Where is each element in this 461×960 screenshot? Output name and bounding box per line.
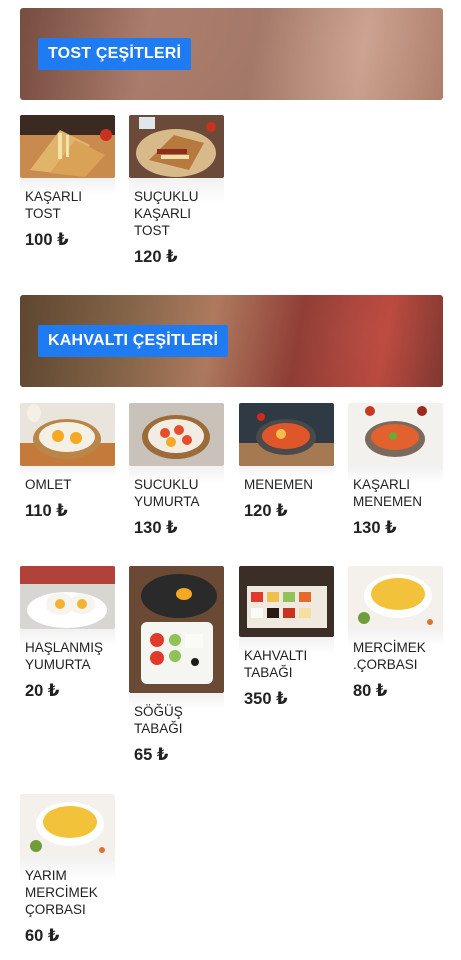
item-price: 120 ₺ (134, 248, 178, 266)
item-price: 60 ₺ (25, 927, 60, 945)
boiled-egg-photo (20, 566, 115, 629)
menu-item-sucuklu-yumurta[interactable]: SUCUKLU YUMURTA 130 ₺ (129, 403, 224, 538)
item-name: KAŞARLI MENEMEN (348, 466, 443, 510)
item-price: 65 ₺ (134, 746, 169, 764)
item-price: 100 ₺ (25, 231, 69, 249)
menu-item-kasarli-tost[interactable]: KAŞARLI TOST 100 ₺ (20, 115, 115, 250)
item-name: KAHVALTI TABAĞI (239, 637, 334, 681)
item-price: 80 ₺ (353, 682, 388, 700)
kasarli-menemen-photo (348, 403, 443, 466)
item-name: YARIM MERCİMEK ÇORBASI (20, 857, 115, 918)
menu-item-menemen[interactable]: MENEMEN 120 ₺ (239, 403, 334, 521)
menu-item-haslanmis-yumurta[interactable]: HAŞLANMIŞ YUMURTA 20 ₺ (20, 566, 115, 701)
menu-item-mercimek-corbasi[interactable]: MERCİMEK .ÇORBASI 80 ₺ (348, 566, 443, 701)
item-name: SUCUKLU YUMURTA (129, 466, 224, 510)
menu-item-yarim-mercimek-corbasi[interactable]: YARIM MERCİMEK ÇORBASI 60 ₺ (20, 794, 115, 946)
section-banner-tost[interactable]: TOST ÇEŞİTLERİ (20, 8, 443, 100)
item-price: 350 ₺ (244, 690, 288, 708)
menu-item-kahvalti-tabagi[interactable]: KAHVALTI TABAĞI 350 ₺ (239, 566, 334, 709)
sucuk-toast-photo (129, 115, 224, 178)
breakfast-plate-photo (239, 566, 334, 637)
item-name: MENEMEN (239, 466, 334, 493)
menu-item-omlet[interactable]: OMLET 110 ₺ (20, 403, 115, 521)
vegetable-plate-photo (129, 566, 224, 693)
lentil-soup-photo (348, 566, 443, 629)
item-name: SÖĞÜŞ TABAĞI (129, 693, 224, 737)
section-title: KAHVALTI ÇEŞİTLERİ (38, 325, 229, 357)
menu-item-sucuklu-kasarli-tost[interactable]: SUÇUKLU KAŞARLI TOST 120 ₺ (129, 115, 224, 267)
item-price: 130 ₺ (134, 519, 178, 537)
item-name: HAŞLANMIŞ YUMURTA (20, 629, 115, 673)
section-title: TOST ÇEŞİTLERİ (38, 38, 192, 70)
omelette-pan-photo (20, 403, 115, 466)
sucuk-egg-photo (129, 403, 224, 466)
item-price: 110 ₺ (25, 502, 68, 520)
item-name: OMLET (20, 466, 115, 493)
menu-item-sogus-tabagi[interactable]: SÖĞÜŞ TABAĞI 65 ₺ (129, 566, 224, 765)
menu-item-kasarli-menemen[interactable]: KAŞARLI MENEMEN 130 ₺ (348, 403, 443, 538)
section-banner-kahvalti[interactable]: KAHVALTI ÇEŞİTLERİ (20, 295, 443, 387)
item-price: 20 ₺ (25, 682, 60, 700)
item-name: SUÇUKLU KAŞARLI TOST (129, 178, 224, 239)
item-name: KAŞARLI TOST (20, 178, 115, 222)
menemen-photo (239, 403, 334, 466)
item-price: 130 ₺ (353, 519, 397, 537)
item-name: MERCİMEK .ÇORBASI (348, 629, 443, 673)
item-price: 120 ₺ (244, 502, 288, 520)
half-lentil-soup-photo (20, 794, 115, 857)
toast-photo (20, 115, 115, 178)
